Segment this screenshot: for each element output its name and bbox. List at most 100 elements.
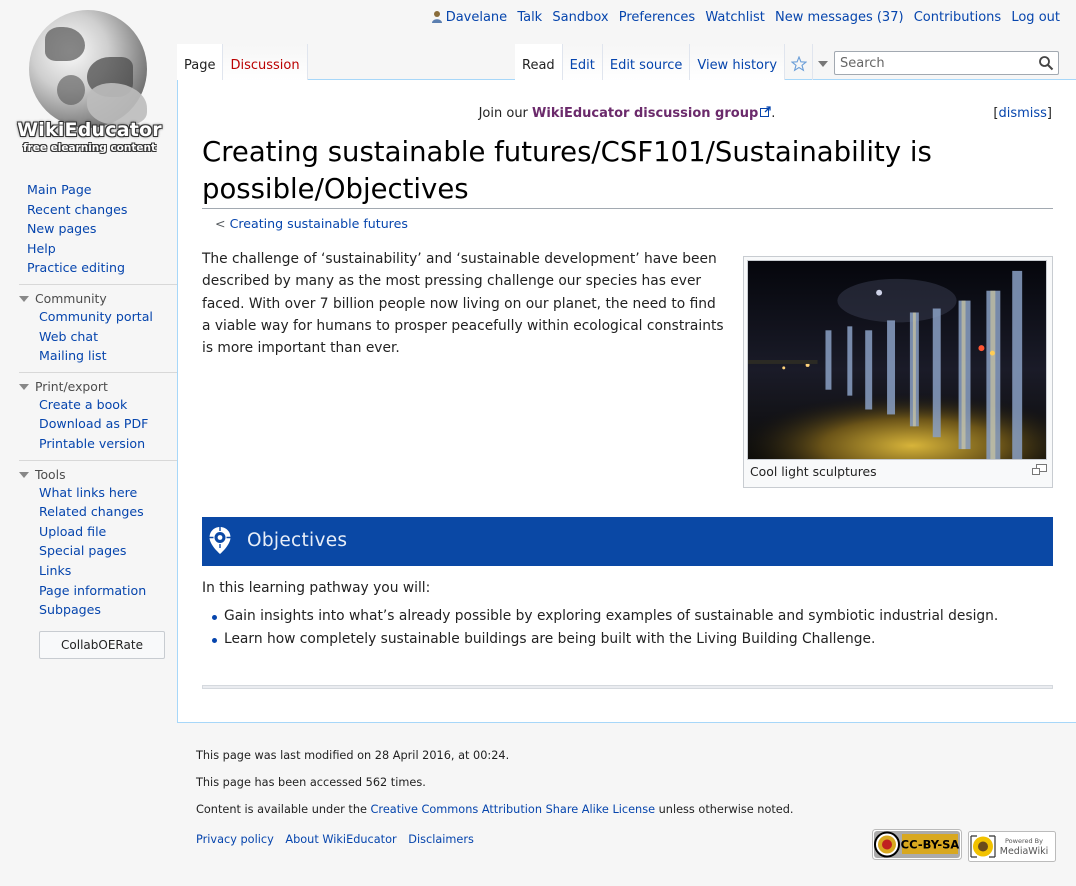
sidebar: Main Page Recent changes New pages Help …: [17, 180, 177, 620]
objectives-list: Gain insights into what’s already possib…: [202, 605, 998, 651]
list-item: Learn how completely sustainable buildin…: [202, 628, 998, 651]
personal-tools: Davelane Talk Sandbox Preferences Watchl…: [425, 10, 1060, 25]
sidebar-item-practice-editing[interactable]: Practice editing: [17, 258, 177, 278]
globe-continent: [45, 27, 85, 61]
community-heading[interactable]: Community: [19, 291, 177, 307]
caption-text: Cool light sculptures: [750, 464, 877, 479]
sidebar-item-what-links-here[interactable]: What links here: [19, 483, 177, 503]
sidebar-item-help[interactable]: Help: [17, 239, 177, 259]
tab-page[interactable]: Page: [177, 44, 224, 80]
footer-places: Privacy policy About WikiEducator Discla…: [196, 833, 482, 846]
preferences-link[interactable]: Preferences: [619, 10, 695, 25]
dismiss-link[interactable]: dismiss: [998, 106, 1046, 121]
sidebar-item-new-pages[interactable]: New pages: [17, 219, 177, 239]
sidebar-item-subpages[interactable]: Subpages: [19, 600, 177, 620]
sidebar-main: Main Page Recent changes New pages Help …: [17, 180, 177, 278]
sidebar-item-upload-file[interactable]: Upload file: [19, 522, 177, 542]
search-icon[interactable]: [1038, 55, 1054, 71]
discussion-group-link[interactable]: WikiEducator discussion group: [532, 106, 771, 121]
user-icon: [431, 11, 442, 23]
breadcrumb: < Creating sustainable futures: [215, 216, 408, 231]
license-notice: Content is available under the Creative …: [196, 803, 1056, 816]
cc-by-sa-badge[interactable]: CC-BY-SA: [872, 829, 962, 860]
dismiss-notice: [dismiss]: [993, 106, 1052, 121]
search-input[interactable]: [838, 54, 1028, 72]
watch-star-button[interactable]: [785, 44, 814, 80]
sidebar-item-recent-changes[interactable]: Recent changes: [17, 200, 177, 220]
notice-prefix: Join our: [478, 106, 533, 121]
thumbnail: Cool light sculptures: [743, 256, 1053, 488]
license-prefix: Content is available under the: [196, 803, 371, 816]
more-actions-dropdown[interactable]: [813, 44, 833, 80]
chevron-down-icon: [19, 383, 29, 390]
about-link[interactable]: About WikiEducator: [285, 833, 396, 846]
mw-badge-top: Powered By: [1005, 837, 1043, 845]
bracket-close: ]: [1046, 106, 1052, 121]
category-links-bar: [202, 685, 1053, 689]
star-icon: [790, 56, 807, 72]
print-export-heading[interactable]: Print/export: [19, 379, 177, 395]
content-area: Join our WikiEducator discussion group. …: [177, 79, 1076, 723]
search-box: [834, 51, 1059, 75]
sidebar-item-related-changes[interactable]: Related changes: [19, 502, 177, 522]
mediawiki-badge[interactable]: Powered By MediaWiki: [968, 831, 1056, 862]
license-suffix: unless otherwise noted.: [655, 803, 794, 816]
tab-read[interactable]: Read: [515, 44, 563, 80]
enlarge-icon[interactable]: [1032, 464, 1047, 475]
new-messages-link[interactable]: New messages (37): [775, 10, 904, 25]
privacy-policy-link[interactable]: Privacy policy: [196, 833, 274, 846]
page-title: Creating sustainable futures/CSF101/Sust…: [202, 134, 1053, 209]
list-item: Gain insights into what’s already possib…: [202, 605, 998, 628]
breadcrumb-parent-link[interactable]: Creating sustainable futures: [230, 216, 408, 231]
last-modified: This page was last modified on 28 April …: [196, 749, 510, 762]
site-logo[interactable]: WikiEducator free elearning content: [17, 5, 162, 155]
intro-paragraph: The challenge of ‘sustainability’ and ‘s…: [202, 251, 724, 357]
license-link[interactable]: Creative Commons Attribution Share Alike…: [371, 803, 656, 816]
watchlist-link[interactable]: Watchlist: [705, 10, 765, 25]
community-heading-label: Community: [35, 290, 107, 306]
contributions-link[interactable]: Contributions: [914, 10, 1002, 25]
sandbox-link[interactable]: Sandbox: [552, 10, 608, 25]
globe-continent: [57, 75, 85, 105]
objectives-intro: In this learning pathway you will:: [202, 580, 431, 596]
user-name: Davelane: [445, 10, 508, 25]
mw-badge-label: MediaWiki: [1000, 846, 1049, 857]
sculpture-photo[interactable]: [747, 260, 1047, 460]
cc-badge-label: CC-BY-SA: [901, 838, 960, 852]
disclaimers-link[interactable]: Disclaimers: [408, 833, 474, 846]
sidebar-item-main-page[interactable]: Main Page: [17, 180, 177, 200]
sidebar-tools: Tools What links here Related changes Up…: [19, 459, 177, 620]
discussion-group-label: WikiEducator discussion group: [532, 106, 759, 121]
logout-link[interactable]: Log out: [1011, 10, 1060, 25]
sidebar-item-links[interactable]: Links: [19, 561, 177, 581]
footer: This page was last modified on 28 April …: [196, 749, 1056, 830]
chevron-down-icon: [19, 471, 29, 478]
sidebar-item-create-book[interactable]: Create a book: [19, 395, 177, 415]
view-tabs: Read Edit Edit source View history: [515, 44, 833, 80]
objectives-heading: Objectives: [247, 530, 348, 551]
namespace-tabs: Page Discussion: [177, 44, 308, 80]
sidebar-item-mailing-list[interactable]: Mailing list: [19, 346, 177, 366]
sidebar-item-download-pdf[interactable]: Download as PDF: [19, 414, 177, 434]
tab-discussion[interactable]: Discussion: [223, 44, 308, 80]
sidebar-item-page-information[interactable]: Page information: [19, 581, 177, 601]
user-link[interactable]: Davelane: [431, 10, 512, 25]
sidebar-item-web-chat[interactable]: Web chat: [19, 327, 177, 347]
tab-view-history[interactable]: View history: [690, 44, 786, 80]
sidebar-item-community-portal[interactable]: Community portal: [19, 307, 177, 327]
sidebar-item-special-pages[interactable]: Special pages: [19, 541, 177, 561]
sidebar-print-export: Print/export Create a book Download as P…: [19, 371, 177, 454]
view-count: This page has been accessed 562 times.: [196, 776, 426, 789]
tab-edit-source[interactable]: Edit source: [602, 44, 691, 80]
tab-edit[interactable]: Edit: [562, 44, 603, 80]
notice-suffix: .: [771, 106, 776, 121]
thumbnail-caption: Cool light sculptures: [747, 460, 1049, 480]
target-pin-icon: [209, 527, 231, 554]
talk-link[interactable]: Talk: [517, 10, 542, 25]
breadcrumb-prefix: <: [215, 216, 230, 231]
collaborate-button[interactable]: CollabOERate: [39, 631, 165, 659]
tools-heading[interactable]: Tools: [19, 467, 177, 483]
objectives-banner: Objectives: [202, 517, 1053, 566]
logo-name: WikiEducator: [17, 119, 162, 141]
sidebar-item-printable-version[interactable]: Printable version: [19, 434, 177, 454]
